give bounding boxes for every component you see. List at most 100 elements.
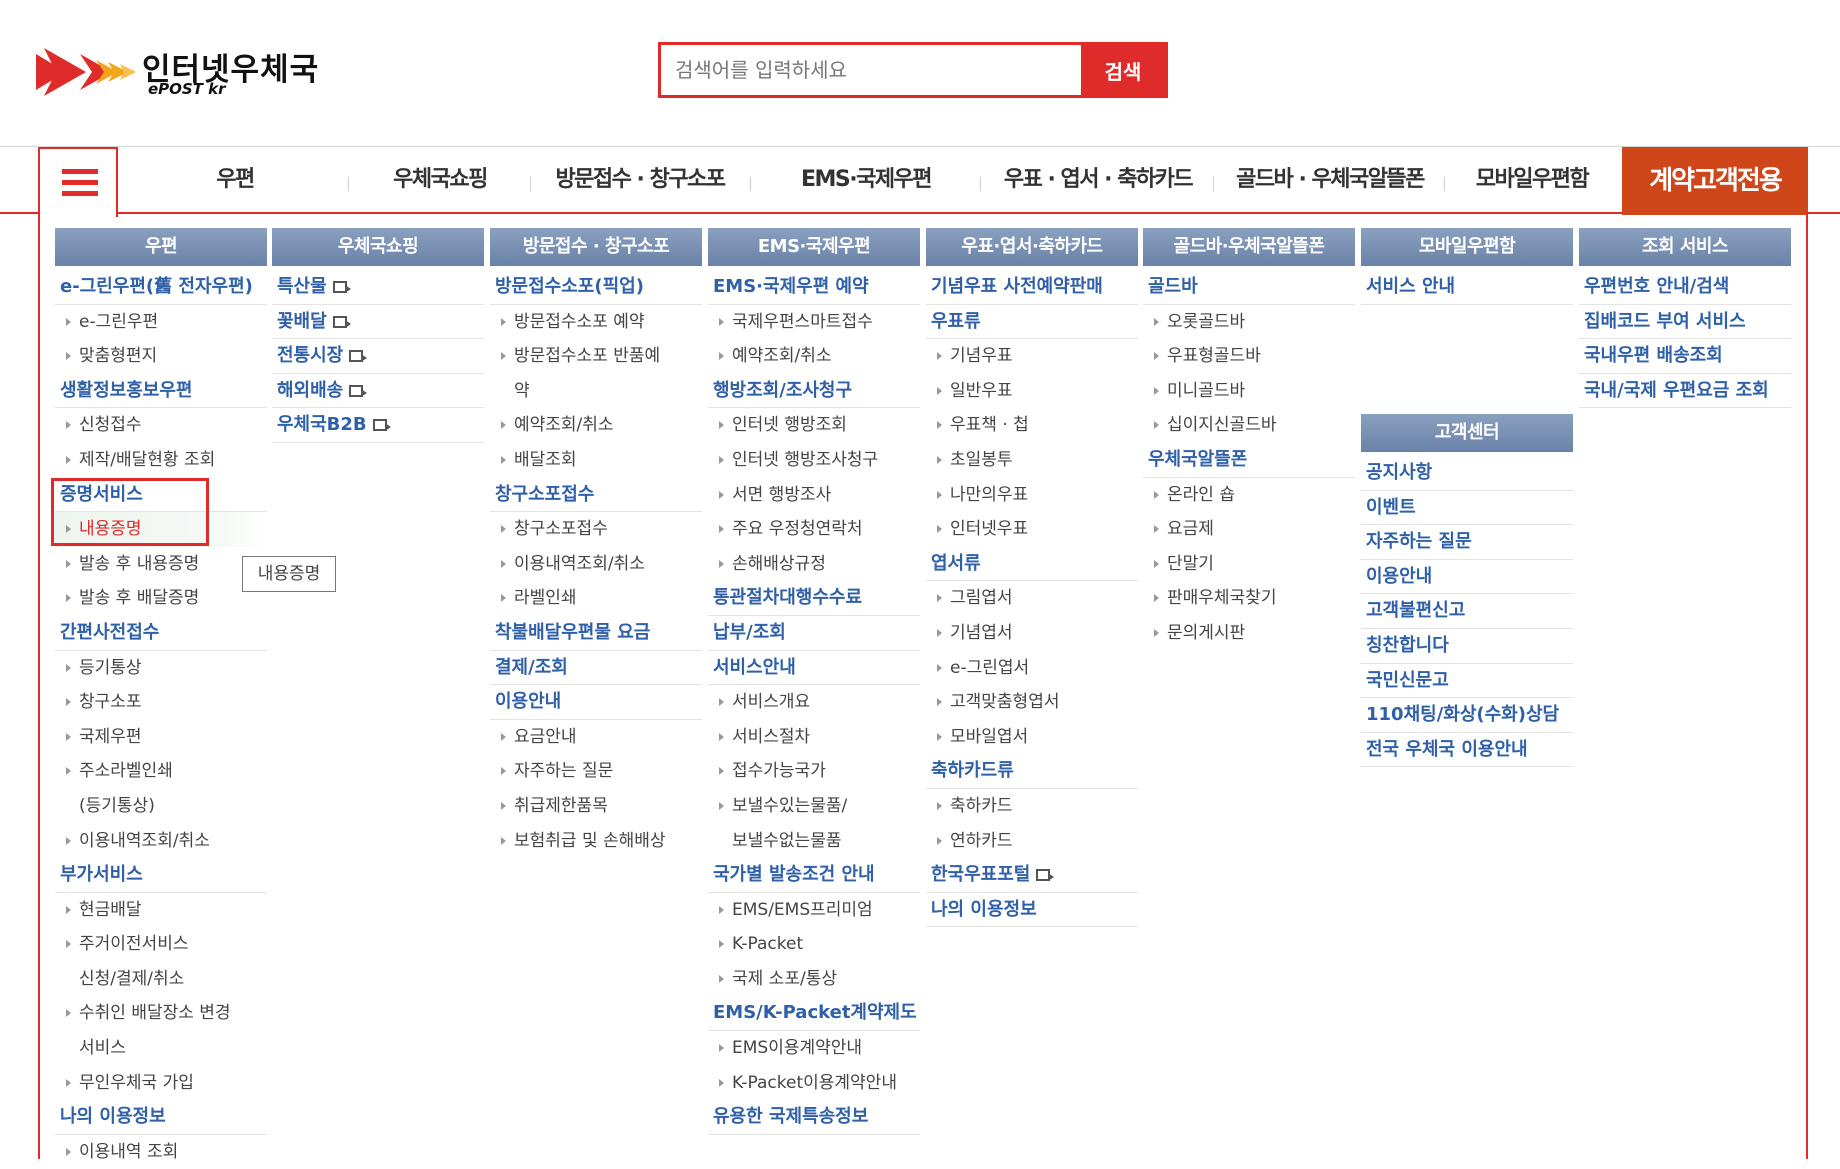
menu-item-link[interactable]: 국제우편스마트접수 <box>708 305 920 340</box>
menu-category-link[interactable]: 칭찬합니다 <box>1361 628 1573 664</box>
menu-category-link[interactable]: 우편번호 안내/검색 <box>1579 270 1791 305</box>
menu-category-link[interactable]: 결제/조회 <box>490 650 702 686</box>
menu-category-link[interactable]: 고객불편신고 <box>1361 594 1573 629</box>
menu-item-link[interactable]: 맞춤형편지 <box>55 339 267 374</box>
menu-item-link[interactable]: 그림엽서 <box>926 581 1138 616</box>
menu-category-link[interactable]: 전통시장 <box>272 339 484 374</box>
menu-item-link[interactable]: 서면 행방조사 <box>708 478 920 513</box>
menu-item-link[interactable]: 이용내역조회/취소 <box>490 547 702 582</box>
menu-item-continuation[interactable]: (등기통상) <box>55 789 267 824</box>
menu-item-link[interactable]: 발송 후 배달증명 <box>55 581 267 616</box>
menu-item-link[interactable]: 연하카드 <box>926 824 1138 859</box>
menu-item-link[interactable]: 창구소포 <box>55 685 267 720</box>
menu-category-link[interactable]: 국민신문고 <box>1361 663 1573 699</box>
menu-category-link[interactable]: 골드바 <box>1143 270 1355 305</box>
menu-category-link[interactable]: EMS·국제우편 예약 <box>708 270 920 305</box>
menu-item-link[interactable]: 단말기 <box>1143 547 1355 582</box>
menu-category-link[interactable]: 행방조회/조사청구 <box>708 373 920 409</box>
menu-item-link[interactable]: 이용내역 조회 <box>55 1135 267 1169</box>
menu-item-link[interactable]: 기념우표 <box>926 339 1138 374</box>
menu-category-link[interactable]: 방문접수소포(픽업) <box>490 270 702 305</box>
menu-item-link[interactable]: 예약조회/취소 <box>708 339 920 374</box>
search-button[interactable]: 검색 <box>1081 45 1165 95</box>
menu-item-link[interactable]: 판매우체국찾기 <box>1143 581 1355 616</box>
menu-item-link[interactable]: 취급제한품목 <box>490 789 702 824</box>
gnb-postal[interactable]: 우편 <box>205 147 265 213</box>
menu-item-link[interactable]: 오롯골드바 <box>1143 305 1355 340</box>
menu-category-link[interactable]: 착불배달우편물 요금 <box>490 615 702 651</box>
menu-item-continuation[interactable]: 신청/결제/취소 <box>55 962 267 997</box>
gnb-shopping[interactable]: 우체국쇼핑 <box>385 147 495 213</box>
menu-item-link[interactable]: 현금배달 <box>55 893 267 928</box>
menu-item-link[interactable]: e-그린엽서 <box>926 651 1138 686</box>
menu-category-link[interactable]: 국내우편 배송조회 <box>1579 339 1791 374</box>
menu-item-link[interactable]: 요금안내 <box>490 720 702 755</box>
menu-category-link[interactable]: 자주하는 질문 <box>1361 525 1573 560</box>
menu-item-link[interactable]: 이용내역조회/취소 <box>55 824 267 859</box>
menu-category-link[interactable]: 우체국알뜰폰 <box>1143 442 1355 478</box>
column-header[interactable]: 우편 <box>55 228 267 266</box>
gnb-visit-pickup[interactable]: 방문접수 · 창구소포 <box>552 147 728 213</box>
menu-item-link[interactable]: 고객맞춤형엽서 <box>926 685 1138 720</box>
epost-logo[interactable]: 인터넷우체국 ePOST kr <box>36 44 336 104</box>
menu-item-link[interactable]: 방문접수소포 반품예 <box>490 339 702 374</box>
menu-category-link[interactable]: 서비스 안내 <box>1361 270 1573 305</box>
menu-item-link[interactable]: 발송 후 내용증명 <box>55 547 267 582</box>
menu-item-link[interactable]: 배달조회 <box>490 443 702 478</box>
gnb-goldbar[interactable]: 골드바 · 우체국알뜰폰 <box>1232 147 1428 213</box>
menu-item-link[interactable]: 온라인 숍 <box>1143 478 1355 513</box>
menu-item-link[interactable]: 미니골드바 <box>1143 374 1355 409</box>
menu-item-link[interactable]: 인터넷 행방조회 <box>708 408 920 443</box>
menu-item-link[interactable]: 창구소포접수 <box>490 512 702 547</box>
menu-category-link[interactable]: 우체국B2B <box>272 408 484 443</box>
menu-item-link[interactable]: 인터넷 행방조사청구 <box>708 443 920 478</box>
menu-item-link[interactable]: 인터넷우표 <box>926 512 1138 547</box>
menu-item-link[interactable]: 문의게시판 <box>1143 616 1355 651</box>
column-header[interactable]: 우표·엽서·축하카드 <box>926 228 1138 266</box>
menu-category-link[interactable]: 통관절차대행수수료 <box>708 581 920 616</box>
menu-category-link[interactable]: 꽃배달 <box>272 304 484 340</box>
menu-category-link[interactable]: EMS/K-Packet계약제도 <box>708 996 920 1032</box>
menu-item-continuation[interactable]: 약 <box>490 374 702 409</box>
menu-item-link[interactable]: 자주하는 질문 <box>490 754 702 789</box>
menu-item-link[interactable]: 주거이전서비스 <box>55 927 267 962</box>
menu-item-link[interactable]: 국제 소포/통상 <box>708 962 920 997</box>
menu-item-link[interactable]: 무인우체국 가입 <box>55 1066 267 1101</box>
gnb-mobile-mailbox[interactable]: 모바일우편함 <box>1473 147 1591 213</box>
menu-item-link[interactable]: 기념엽서 <box>926 616 1138 651</box>
menu-category-link[interactable]: 기념우표 사전예약판매 <box>926 270 1138 305</box>
menu-item-link[interactable]: e-그린우편 <box>55 305 267 340</box>
menu-item-link[interactable]: 나만의우표 <box>926 478 1138 513</box>
menu-category-link[interactable]: 유용한 국제특송정보 <box>708 1100 920 1135</box>
column-header[interactable]: 골드바·우체국알뜰폰 <box>1143 228 1355 266</box>
menu-item-link[interactable]: K-Packet <box>708 927 920 962</box>
menu-item-link[interactable]: 십이지신골드바 <box>1143 408 1355 443</box>
menu-item-link[interactable]: 예약조회/취소 <box>490 408 702 443</box>
menu-category-link[interactable]: 110채팅/화상(수화)상담 <box>1361 698 1573 733</box>
menu-category-link[interactable]: 엽서류 <box>926 546 1138 582</box>
column-header[interactable]: 고객센터 <box>1361 414 1573 452</box>
menu-item-link[interactable]: 손해배상규정 <box>708 547 920 582</box>
contract-customer-button[interactable]: 계약고객전용 <box>1622 147 1808 215</box>
menu-item-link[interactable]: 주소라벨인쇄 <box>55 754 267 789</box>
menu-category-link[interactable]: 해외배송 <box>272 373 484 409</box>
menu-item-link[interactable]: 주요 우정청연락처 <box>708 512 920 547</box>
gnb-stamps[interactable]: 우표 · 엽서 · 축하카드 <box>1000 147 1196 213</box>
menu-item-link[interactable]: 우표책 · 첩 <box>926 408 1138 443</box>
menu-item-link[interactable]: 등기통상 <box>55 651 267 686</box>
menu-category-link[interactable]: 부가서비스 <box>55 858 267 893</box>
menu-category-link[interactable]: 생활정보홍보우편 <box>55 373 267 409</box>
column-header[interactable]: 모바일우편함 <box>1361 228 1573 266</box>
menu-category-link[interactable]: 이용안내 <box>1361 559 1573 595</box>
menu-item-link[interactable]: 접수가능국가 <box>708 754 920 789</box>
menu-category-link[interactable]: 서비스안내 <box>708 650 920 686</box>
menu-category-link[interactable]: 특산물 <box>272 270 484 305</box>
search-input[interactable] <box>661 45 1081 95</box>
column-header[interactable]: 우체국쇼핑 <box>272 228 484 266</box>
menu-category-link[interactable]: 집배코드 부여 서비스 <box>1579 304 1791 340</box>
menu-item-link[interactable]: 초일봉투 <box>926 443 1138 478</box>
menu-item-link[interactable]: EMS이용계약안내 <box>708 1031 920 1066</box>
menu-item-link[interactable]: 요금제 <box>1143 512 1355 547</box>
menu-item-link[interactable]: 보험취급 및 손해배상 <box>490 824 702 859</box>
column-header[interactable]: 방문접수 · 창구소포 <box>490 228 702 266</box>
